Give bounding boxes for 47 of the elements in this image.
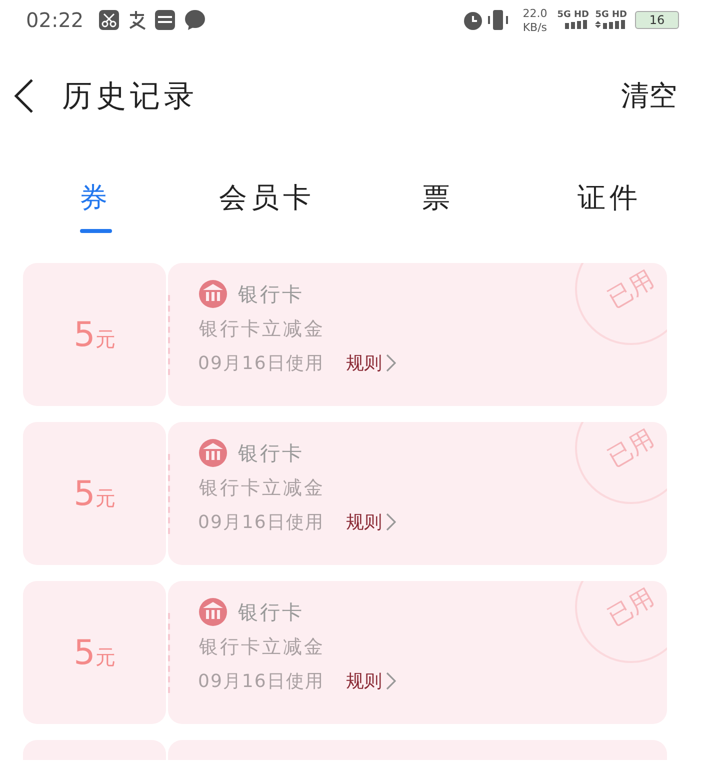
clear-button[interactable]: 清空 — [621, 75, 677, 117]
card-icon — [154, 9, 176, 31]
coupon-unit: 元 — [95, 488, 116, 508]
rule-link[interactable]: 规则 — [346, 350, 396, 376]
network-label: 5G HD — [557, 11, 589, 20]
tab[interactable]: 会员卡 — [181, 160, 352, 250]
tab[interactable]: 证件 — [524, 160, 695, 250]
back-button[interactable] — [12, 78, 36, 114]
coupon-date: 09月16日使用 — [198, 510, 325, 534]
signal-icon — [565, 20, 589, 29]
stamp-text: 已用 — [602, 422, 660, 474]
coupon-date: 09月16日使用 — [198, 670, 325, 694]
coupon-unit: 元 — [95, 646, 116, 666]
coupon-amount: 5 — [74, 636, 96, 670]
signal-icon — [595, 20, 627, 29]
page-title: 历史记录 — [62, 78, 198, 116]
chevron-right-icon — [386, 513, 396, 531]
speed-unit: KB/s — [522, 22, 548, 32]
tab[interactable]: 券 — [10, 160, 182, 250]
coupon-description: 银行卡立减金 — [199, 635, 326, 660]
status-time: 02:22 — [26, 7, 84, 34]
pay-icon — [128, 10, 146, 30]
coupon-amount: 5 — [74, 476, 96, 510]
bank-icon — [198, 597, 228, 627]
rule-link[interactable]: 规则 — [346, 508, 396, 536]
tab[interactable]: 票 — [352, 160, 524, 250]
coupon-date: 09月16日使用 — [198, 352, 325, 376]
network-label: 5G HD — [595, 11, 627, 20]
coupon-title: 银行卡 — [238, 599, 304, 626]
chevron-right-icon — [386, 354, 396, 372]
coupon-unit: 元 — [95, 328, 116, 348]
alarm-vibrate-icons — [462, 9, 511, 31]
battery: 16 — [635, 11, 679, 29]
rule-link[interactable]: 规则 — [346, 668, 396, 694]
stamp-text: 已用 — [602, 264, 660, 316]
bank-icon — [198, 438, 228, 468]
scissors-icon — [98, 9, 120, 31]
message-icon — [184, 9, 206, 31]
coupon-description: 银行卡立减金 — [199, 476, 326, 501]
chevron-right-icon — [386, 672, 396, 690]
bank-icon — [198, 279, 228, 309]
speed-value: 22.0 — [522, 8, 548, 18]
coupon-description: 银行卡立减金 — [199, 317, 326, 342]
coupon-amount: 5 — [74, 318, 96, 352]
coupon-title: 银行卡 — [238, 281, 304, 308]
coupon-title: 银行卡 — [238, 440, 304, 467]
stamp-text: 已用 — [602, 582, 660, 634]
